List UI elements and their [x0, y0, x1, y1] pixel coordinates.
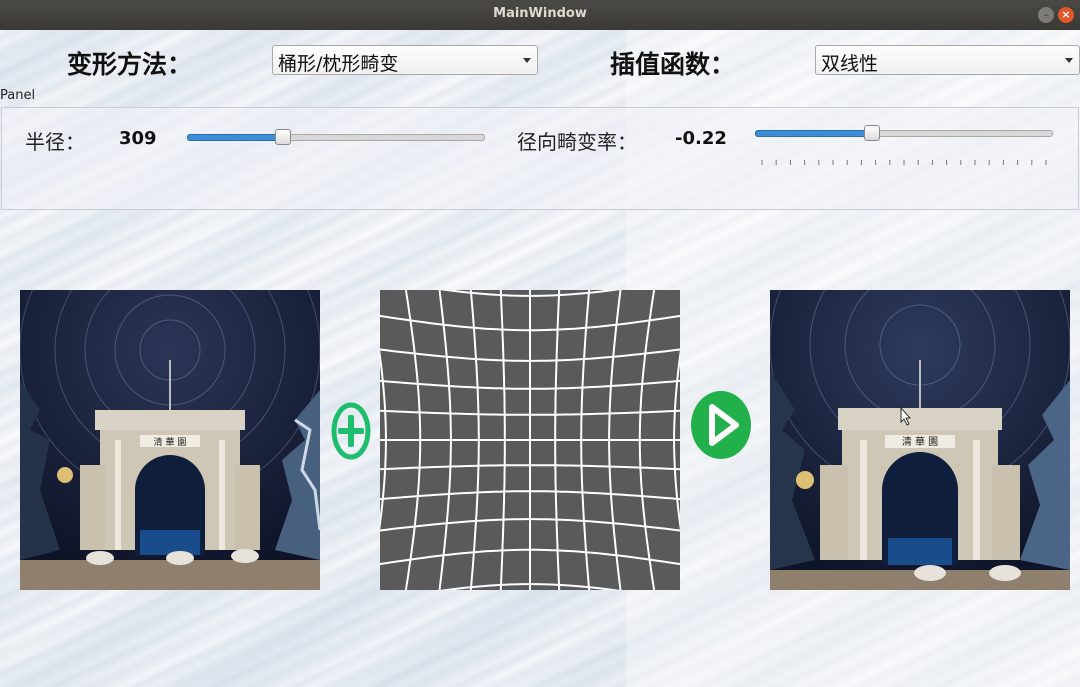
- gate-photo: 清 華 園: [20, 290, 320, 590]
- radius-label: 半径：: [25, 130, 85, 154]
- chevron-down-icon: [1065, 58, 1073, 63]
- method-combobox-value: 桶形/枕形畸变: [278, 53, 399, 75]
- minimize-icon[interactable]: –: [1038, 7, 1054, 23]
- gate-sign-text: 清 華 園: [902, 435, 938, 448]
- gate-photo-distorted: 清 華 園: [770, 290, 1070, 590]
- distortion-label: 径向畸变率：: [517, 130, 637, 154]
- method-combobox[interactable]: 桶形/枕形畸变: [272, 45, 538, 75]
- interp-label: 插值函数：: [610, 50, 736, 79]
- interp-combobox[interactable]: 双线性: [815, 45, 1080, 75]
- radius-slider[interactable]: [187, 129, 485, 145]
- slider-fill: [187, 134, 285, 141]
- window-title: MainWindow: [493, 6, 587, 21]
- interp-combobox-value: 双线性: [821, 53, 879, 75]
- plus-circle-icon: [331, 402, 371, 460]
- title-bar: MainWindow – ×: [0, 0, 1080, 30]
- source-image: 清 華 園: [20, 290, 320, 590]
- play-icon[interactable]: [690, 390, 752, 460]
- distortion-value: -0.22: [675, 128, 727, 149]
- slider-ticks: [761, 160, 1047, 165]
- gate-sign-text: 清 華 園: [154, 436, 187, 448]
- slider-handle[interactable]: [864, 125, 881, 141]
- slider-handle[interactable]: [275, 129, 292, 145]
- slider-fill: [755, 130, 874, 137]
- distortion-slider[interactable]: [755, 125, 1053, 141]
- result-image: 清 華 園: [770, 290, 1070, 590]
- distortion-grid-image: [380, 290, 680, 590]
- panel-title: Panel: [0, 88, 36, 103]
- radius-value: 309: [119, 128, 157, 149]
- chevron-down-icon: [523, 58, 531, 63]
- method-label: 变形方法：: [67, 50, 193, 79]
- parameter-panel: [1, 107, 1079, 210]
- distortion-grid: [380, 290, 680, 590]
- close-icon[interactable]: ×: [1058, 7, 1074, 23]
